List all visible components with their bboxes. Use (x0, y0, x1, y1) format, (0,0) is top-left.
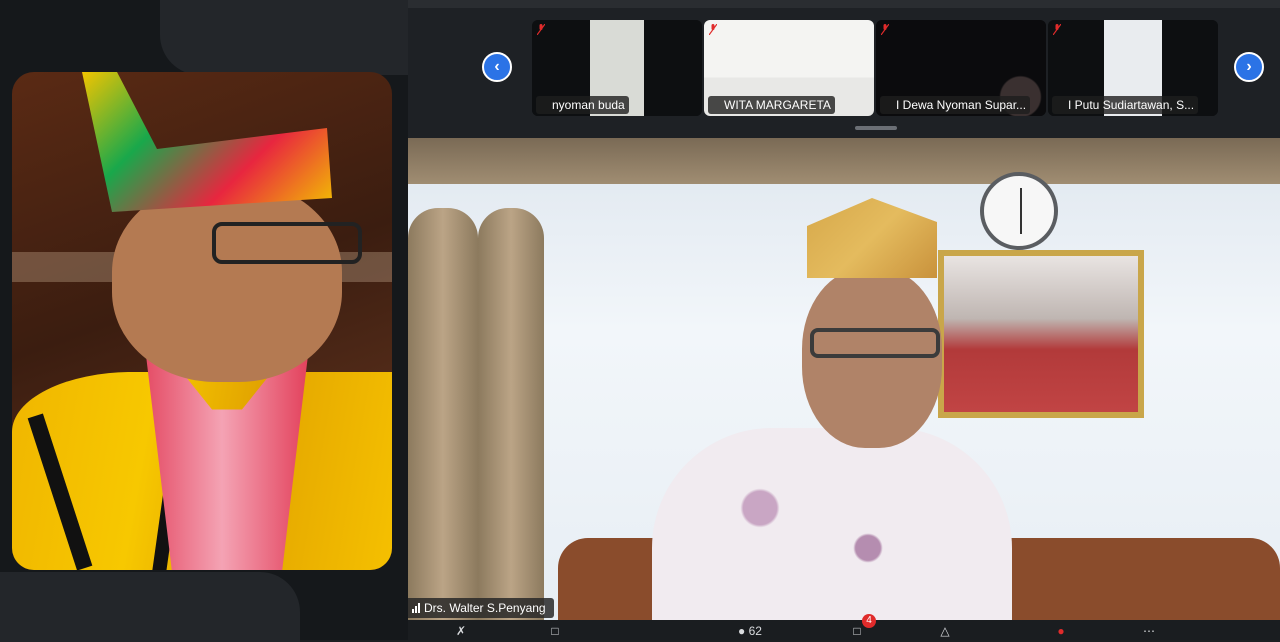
meeting-toolbar: ✗ □ ● 62 □ 4 △ ● ⋯ (408, 614, 1280, 640)
share-screen-icon[interactable]: △ (932, 624, 958, 640)
chevron-right-icon[interactable]: › (1234, 52, 1264, 82)
video-call-window: ‹ nyoman buda WITA MARGARETA I Dewa Nyom… (408, 0, 1280, 640)
portrait-photo (12, 72, 392, 570)
mic-muted-icon (709, 24, 717, 35)
title-bar (408, 0, 1280, 8)
chevron-left-icon[interactable]: ‹ (482, 52, 512, 82)
participant-tile[interactable]: WITA MARGARETA (704, 20, 874, 116)
speaker-video (652, 198, 1012, 620)
mic-muted-icon[interactable]: ✗ (448, 624, 474, 640)
main-video: Drs. Walter S.Penyang (408, 138, 1280, 620)
participant-tile[interactable]: nyoman buda (532, 20, 702, 116)
mic-muted-icon (537, 24, 545, 35)
mic-muted-icon (881, 24, 889, 35)
more-icon[interactable]: ⋯ (1136, 624, 1162, 640)
speaker-name-label: Drs. Walter S.Penyang (408, 598, 554, 618)
participant-name: I Dewa Nyoman Supar... (880, 96, 1031, 114)
record-icon[interactable]: ● (1048, 624, 1074, 640)
mic-muted-icon (1053, 24, 1061, 35)
participant-name: WITA MARGARETA (708, 96, 835, 114)
video-off-icon[interactable]: □ (542, 624, 568, 640)
participant-tile[interactable]: I Dewa Nyoman Supar... (876, 20, 1046, 116)
participant-name: nyoman buda (536, 96, 629, 114)
participants-count: 62 (748, 624, 762, 638)
signal-bars-icon (412, 603, 420, 613)
strip-resize-handle[interactable] (855, 126, 897, 130)
participant-name: I Putu Sudiartawan, S... (1052, 96, 1199, 114)
participants-button[interactable]: ● 62 (726, 624, 774, 640)
participant-strip: ‹ nyoman buda WITA MARGARETA I Dewa Nyom… (408, 16, 1280, 120)
participant-tile[interactable]: I Putu Sudiartawan, S... (1048, 20, 1218, 116)
chat-badge: 4 (862, 614, 876, 628)
speaker-name: Drs. Walter S.Penyang (424, 601, 546, 615)
